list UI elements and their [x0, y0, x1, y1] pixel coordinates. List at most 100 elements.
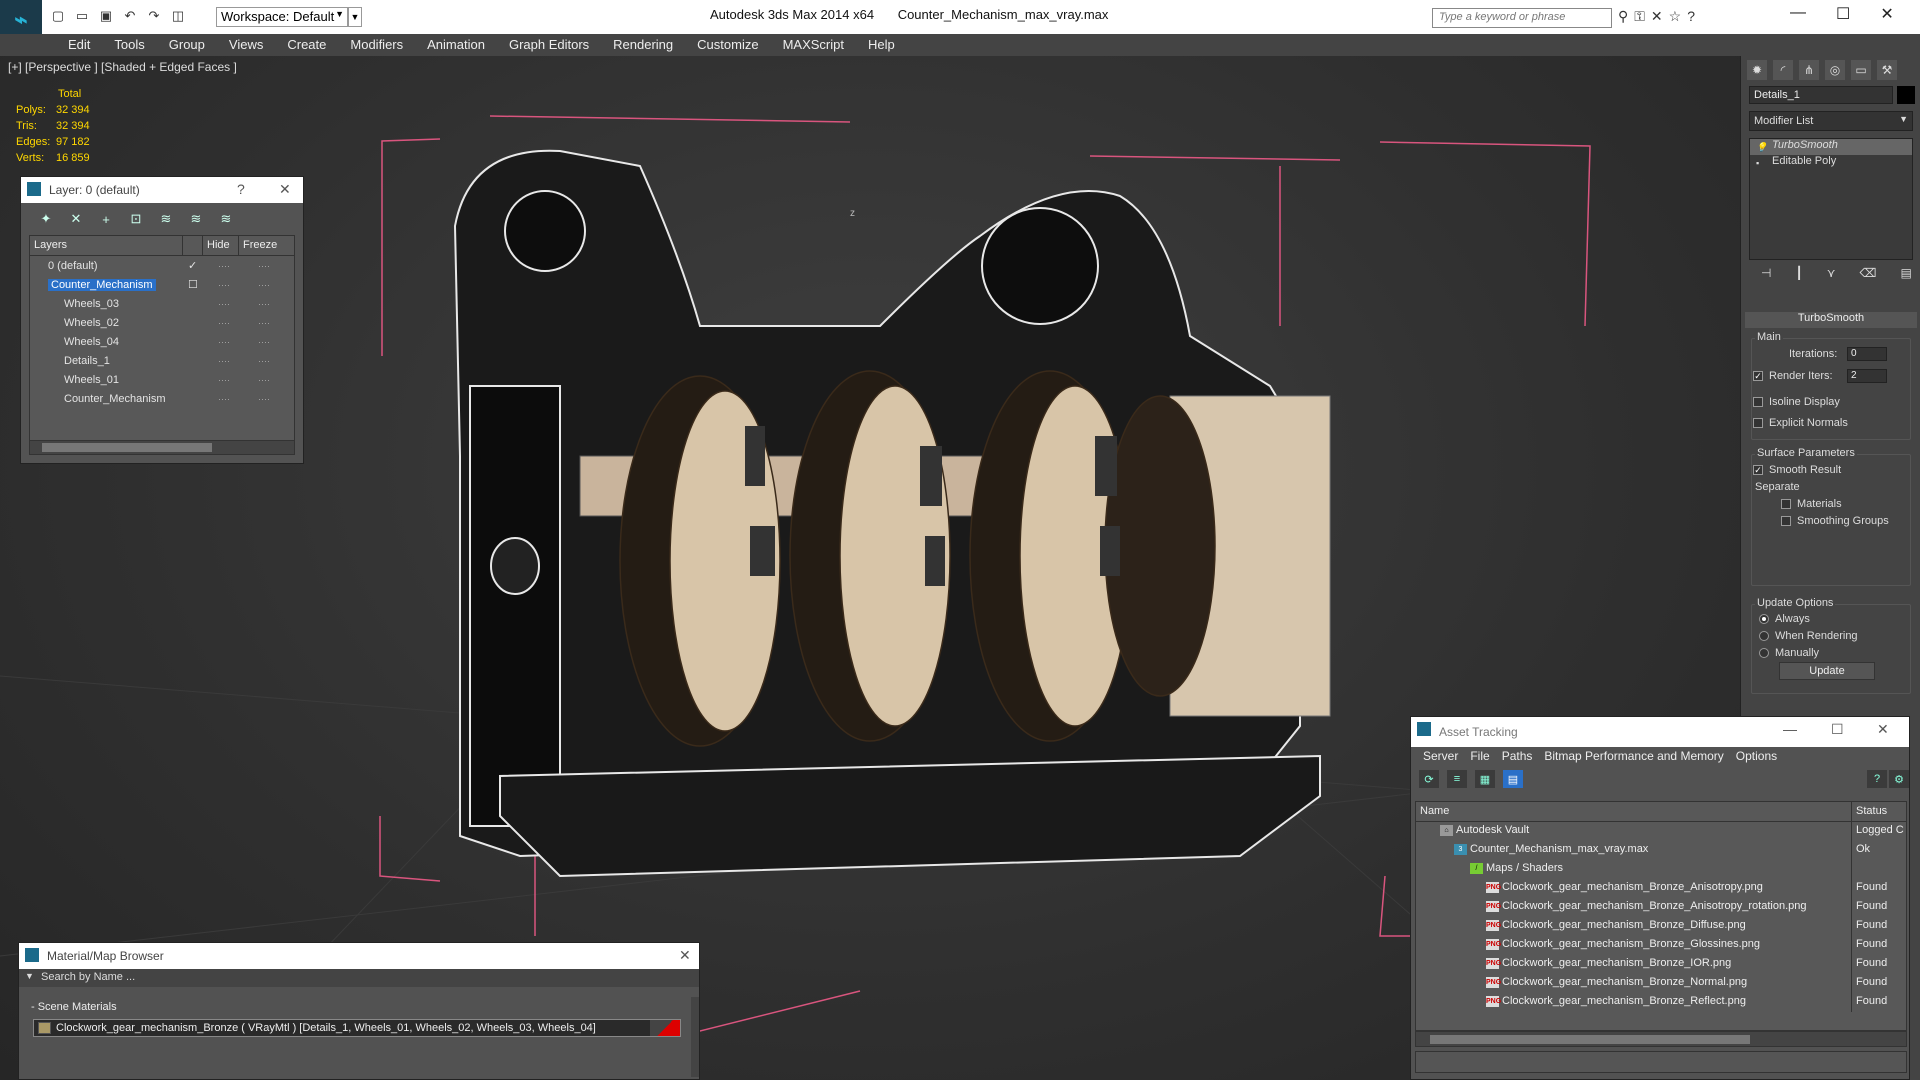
horizontal-scrollbar[interactable] [30, 440, 294, 454]
set-current-box[interactable]: ☐ [188, 278, 198, 291]
when-rendering-radio[interactable] [1759, 631, 1769, 641]
workspace-dropdown[interactable]: Workspace: Default ▼ [216, 7, 348, 27]
layer-row[interactable]: Wheels_01 ···· ···· [30, 370, 294, 389]
stack-item[interactable]: 💡 TurboSmooth [1750, 139, 1912, 155]
asset-row[interactable]: PNG Clockwork_gear_mechanism_Bronze_Aniso… [1416, 898, 1906, 917]
scene-materials-header[interactable]: - Scene Materials [23, 1001, 687, 1017]
pin-stack-icon[interactable]: ⊣ [1761, 266, 1771, 286]
menu-group[interactable]: Group [157, 34, 217, 56]
close-icon[interactable]: ✕ [679, 947, 691, 964]
asset-row[interactable]: PNG Clockwork_gear_mechanism_Bronze_Gloss… [1416, 936, 1906, 955]
motion-tab-icon[interactable]: ◎ [1825, 60, 1845, 80]
smoothing-groups-checkbox[interactable] [1781, 516, 1791, 526]
object-color-swatch[interactable] [1897, 86, 1915, 104]
freeze-toggle[interactable]: ···· [258, 261, 270, 271]
always-radio[interactable] [1759, 614, 1769, 624]
freeze-toggle[interactable]: ···· [258, 299, 270, 309]
smooth-result-option[interactable]: ✓ Smooth Result [1753, 464, 1841, 476]
menu-customize[interactable]: Customize [685, 34, 770, 56]
show-end-result-icon[interactable]: ┃ [1795, 266, 1802, 286]
when-rendering-option[interactable]: When Rendering [1759, 630, 1858, 642]
menu-rendering[interactable]: Rendering [601, 34, 685, 56]
menu-create[interactable]: Create [275, 34, 338, 56]
menu-tools[interactable]: Tools [102, 34, 156, 56]
layer-window-titlebar[interactable]: Layer: 0 (default) ? ✕ [21, 177, 303, 203]
close-icon[interactable]: ✕ [279, 181, 291, 198]
binoculars-icon[interactable]: ⚲ [1618, 8, 1628, 25]
hide-toggle[interactable]: ···· [218, 356, 230, 366]
isoline-display-checkbox[interactable] [1753, 397, 1763, 407]
hide-toggle[interactable]: ···· [218, 394, 230, 404]
stack-item[interactable]: ▪ Editable Poly [1750, 155, 1912, 171]
update-button[interactable]: Update [1779, 662, 1875, 680]
turbosmooth-rollout-header[interactable]: TurboSmooth [1745, 312, 1917, 328]
key-icon[interactable]: ⚿ [1634, 8, 1645, 25]
asset-row[interactable]: PNG Clockwork_gear_mechanism_Bronze_Diffu… [1416, 917, 1906, 936]
menu-server[interactable]: Server [1417, 747, 1464, 767]
menu-maxscript[interactable]: MAXScript [771, 34, 856, 56]
layer-row[interactable]: Wheels_03 ···· ···· [30, 294, 294, 313]
modify-tab-icon[interactable]: ◜ [1773, 60, 1793, 80]
smoothing-groups-option[interactable]: Smoothing Groups [1781, 515, 1889, 527]
col-status[interactable]: Status [1856, 805, 1887, 817]
project-folder-icon[interactable]: ◫ [168, 7, 188, 25]
hide-toggle[interactable]: ···· [218, 280, 230, 290]
layer-row[interactable]: 0 (default) ✓ ···· ···· [30, 256, 294, 275]
refresh-icon[interactable]: ⟳ [1419, 770, 1439, 788]
manually-option[interactable]: Manually [1759, 647, 1819, 659]
render-iters-checkbox[interactable]: ✓ [1753, 371, 1763, 381]
maximize-icon[interactable]: ☐ [1831, 721, 1844, 738]
thumbnail-view-icon[interactable]: ▦ [1475, 770, 1495, 788]
menu-graph-editors[interactable]: Graph Editors [497, 34, 601, 56]
lightbulb-icon[interactable]: 💡 [1756, 142, 1767, 153]
col-hide[interactable]: Hide [202, 236, 238, 255]
redo-icon[interactable]: ↷ [144, 7, 164, 25]
new-file-icon[interactable]: ▢ [48, 7, 68, 25]
freeze-toggle[interactable]: ···· [258, 375, 270, 385]
asset-row[interactable]: PNG Clockwork_gear_mechanism_Bronze_Norma… [1416, 974, 1906, 993]
always-option[interactable]: Always [1759, 613, 1810, 625]
explicit-normals-option[interactable]: Explicit Normals [1753, 417, 1848, 429]
settings-icon[interactable]: ⚙ [1889, 770, 1909, 788]
freeze-toggle[interactable]: ···· [258, 280, 270, 290]
scrollbar-thumb[interactable] [42, 443, 212, 452]
iterations-spinner[interactable]: 0 [1847, 347, 1887, 361]
materials-checkbox[interactable] [1781, 499, 1791, 509]
menu-animation[interactable]: Animation [415, 34, 497, 56]
object-name[interactable]: Details_1 [64, 355, 110, 367]
star-icon[interactable]: ☆ [1669, 8, 1682, 25]
layer-name[interactable]: Counter_Mechanism [48, 278, 156, 291]
material-entry[interactable]: Clockwork_gear_mechanism_Bronze ( VRayMt… [33, 1019, 681, 1037]
explicit-normals-checkbox[interactable] [1753, 418, 1763, 428]
close-icon[interactable]: ✕ [1880, 4, 1893, 24]
isoline-display-option[interactable]: Isoline Display [1753, 396, 1840, 408]
menu-views[interactable]: Views [217, 34, 275, 56]
render-iters-option[interactable]: ✓ Render Iters: [1753, 370, 1833, 382]
make-unique-icon[interactable]: ⋎ [1827, 266, 1836, 286]
object-name[interactable]: Wheels_04 [64, 336, 119, 348]
col-name[interactable]: Name [1420, 805, 1449, 817]
layer-row[interactable]: Wheels_04 ···· ···· [30, 332, 294, 351]
asset-row[interactable]: PNG Clockwork_gear_mechanism_Bronze_IOR.p… [1416, 955, 1906, 974]
display-tab-icon[interactable]: ▭ [1851, 60, 1871, 80]
hierarchy-tab-icon[interactable]: ⋔ [1799, 60, 1819, 80]
menu-modifiers[interactable]: Modifiers [338, 34, 415, 56]
material-map-browser-window[interactable]: Material/Map Browser ✕ ▼ Search by Name … [18, 942, 700, 1080]
select-in-layer-icon[interactable]: ⊡ [125, 209, 147, 229]
configure-modifier-sets-icon[interactable]: ▤ [1900, 266, 1911, 286]
vertical-scrollbar[interactable] [691, 997, 699, 1077]
menu-edit[interactable]: Edit [56, 34, 102, 56]
keyword-search-input[interactable]: Type a keyword or phrase [1432, 8, 1612, 28]
horizontal-scrollbar[interactable] [1415, 1031, 1907, 1047]
create-layer-icon[interactable]: ✦ [35, 209, 57, 229]
col-layers[interactable]: Layers [30, 236, 182, 255]
minimize-icon[interactable]: — [1790, 4, 1806, 24]
material-search-input[interactable]: ▼ Search by Name ... [19, 969, 699, 987]
hide-toggle[interactable]: ···· [218, 261, 230, 271]
menu-help[interactable]: Help [856, 34, 907, 56]
hide-all-icon[interactable]: ≋ [185, 209, 207, 229]
manually-radio[interactable] [1759, 648, 1769, 658]
menu-options[interactable]: Options [1730, 747, 1783, 767]
freeze-toggle[interactable]: ···· [258, 337, 270, 347]
layer-row[interactable]: Wheels_02 ···· ···· [30, 313, 294, 332]
